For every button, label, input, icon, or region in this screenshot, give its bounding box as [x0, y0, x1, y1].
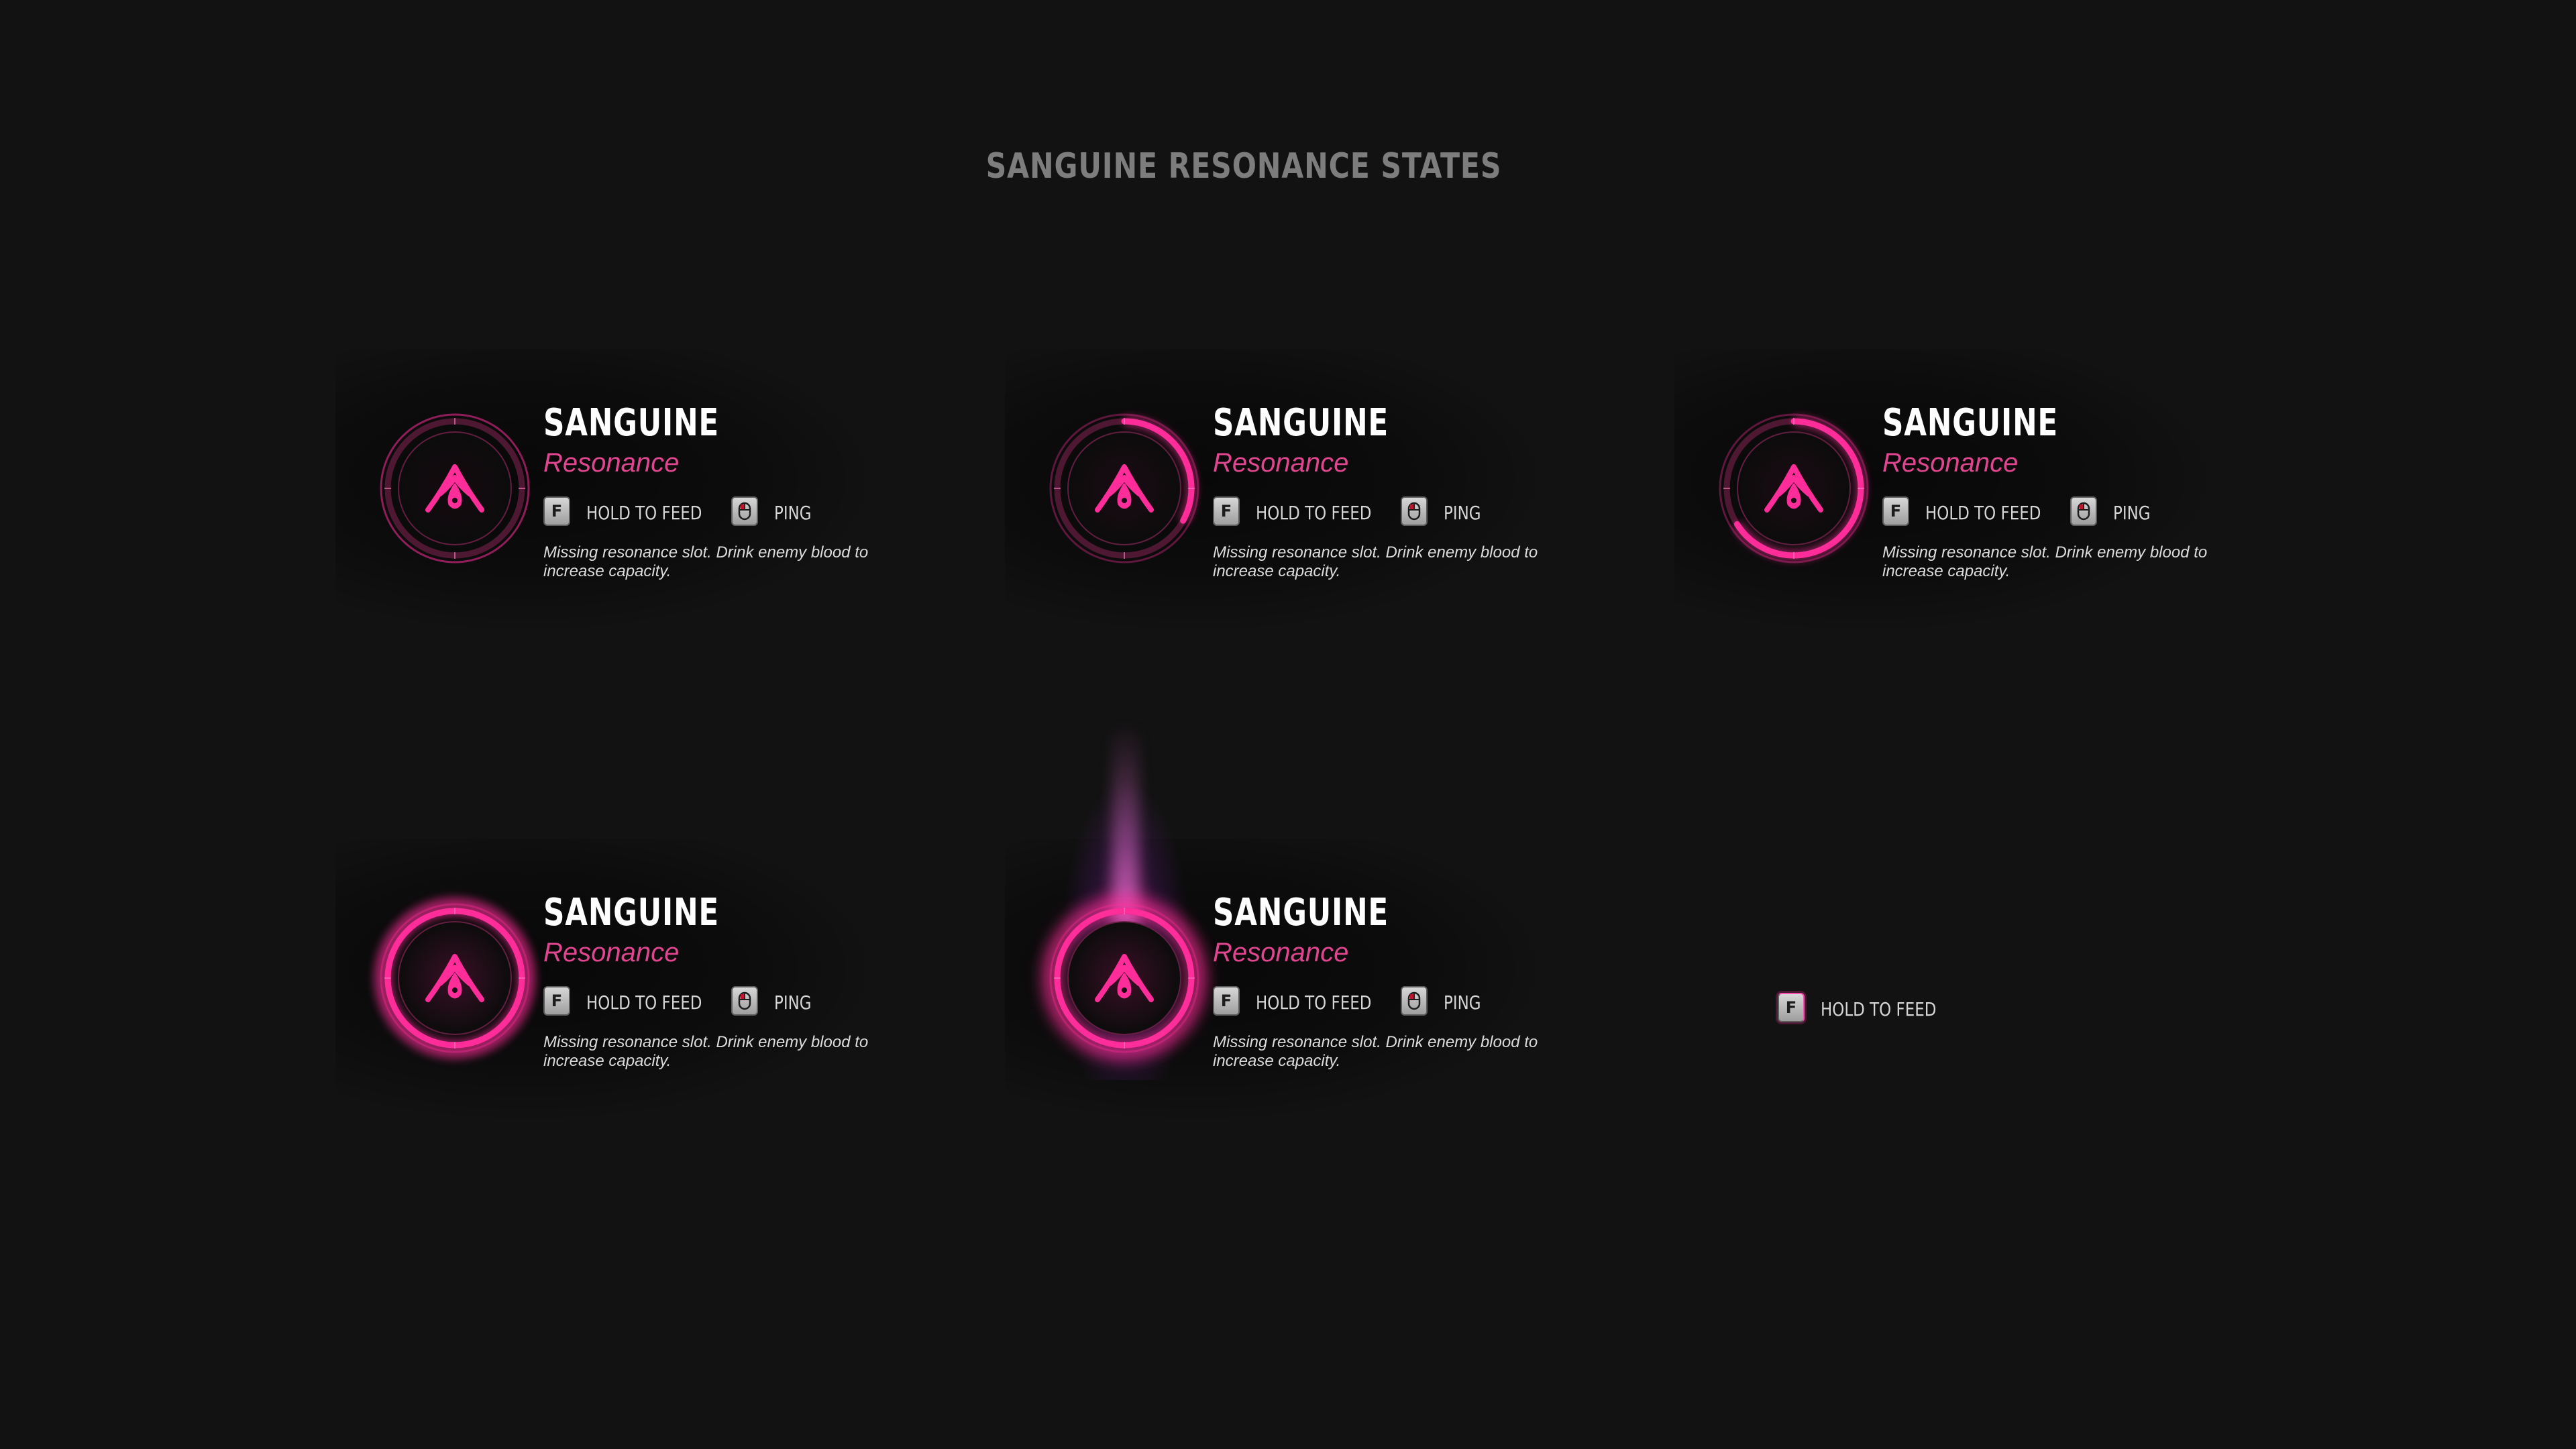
- action-prompts: F HOLD TO FEED PING: [1213, 496, 1615, 529]
- resonance-description: Missing resonance slot. Drink enemy bloo…: [1213, 1033, 1538, 1070]
- hold-to-feed-prompt[interactable]: F HOLD TO FEED: [543, 986, 704, 1018]
- resonance-emblem-icon: [1715, 409, 1873, 568]
- f-key-label: F: [1785, 998, 1797, 1017]
- resonance-title: SANGUINE: [1882, 401, 2059, 445]
- resonance-subtitle: Resonance: [543, 448, 680, 478]
- mouse-icon: [1401, 496, 1428, 526]
- ping-label: PING: [2113, 502, 2151, 524]
- hold-to-feed-label: HOLD TO FEED: [1256, 991, 1372, 1014]
- hold-to-feed-label: HOLD TO FEED: [1925, 502, 2041, 524]
- ping-label: PING: [1444, 991, 1481, 1014]
- f-key-icon: F: [543, 986, 570, 1016]
- action-prompts: F HOLD TO FEED PING: [543, 496, 946, 529]
- resonance-title: SANGUINE: [543, 891, 720, 934]
- standalone-feed-prompt[interactable]: F HOLD TO FEED: [1778, 993, 1979, 1025]
- mouse-icon: [2070, 496, 2097, 526]
- ping-label: PING: [774, 991, 812, 1014]
- resonance-subtitle: Resonance: [1213, 448, 1349, 478]
- resonance-title: SANGUINE: [1213, 891, 1389, 934]
- resonance-subtitle: Resonance: [1882, 448, 2019, 478]
- page-title: SANGUINE RESONANCE STATES: [985, 146, 1502, 186]
- ping-prompt[interactable]: PING: [731, 496, 839, 529]
- hold-to-feed-label: HOLD TO FEED: [1821, 998, 1937, 1020]
- hold-to-feed-prompt[interactable]: F HOLD TO FEED: [543, 496, 704, 529]
- resonance-card-activated: SANGUINE Resonance F HOLD TO FEED PING Missin…: [1005, 704, 1622, 1127]
- ping-prompt[interactable]: PING: [731, 986, 839, 1018]
- hold-to-feed-label: HOLD TO FEED: [586, 991, 702, 1014]
- action-prompts: F HOLD TO FEED PING: [543, 986, 946, 1018]
- f-key-label: F: [1220, 991, 1232, 1010]
- f-key-icon: F: [1882, 496, 1909, 526]
- resonance-description: Missing resonance slot. Drink enemy bloo…: [1882, 543, 2208, 580]
- f-key-icon: F: [1778, 993, 1805, 1022]
- hold-to-feed-label: HOLD TO FEED: [1256, 502, 1372, 524]
- resonance-description: Missing resonance slot. Drink enemy bloo…: [543, 1033, 869, 1070]
- resonance-card-filling-third: SANGUINE Resonance F HOLD TO FEED PING Missin…: [1005, 349, 1622, 637]
- mouse-icon: [1401, 986, 1428, 1016]
- ping-label: PING: [774, 502, 812, 524]
- resonance-title: SANGUINE: [543, 401, 720, 445]
- ping-prompt[interactable]: PING: [2070, 496, 2178, 529]
- ping-prompt[interactable]: PING: [1401, 496, 1508, 529]
- resonance-card-filling-two-thirds: SANGUINE Resonance F HOLD TO FEED PING Missin…: [1674, 349, 2292, 637]
- mouse-icon: [731, 986, 758, 1016]
- resonance-subtitle: Resonance: [543, 938, 680, 967]
- resonance-subtitle: Resonance: [1213, 938, 1349, 967]
- resonance-title: SANGUINE: [1213, 401, 1389, 445]
- mouse-icon: [731, 496, 758, 526]
- f-key-label: F: [1220, 502, 1232, 521]
- action-prompts: F HOLD TO FEED PING: [1882, 496, 2285, 529]
- resonance-description: Missing resonance slot. Drink enemy bloo…: [543, 543, 869, 580]
- f-key-icon: F: [1213, 986, 1240, 1016]
- hold-to-feed-label: HOLD TO FEED: [586, 502, 702, 524]
- hold-to-feed-prompt[interactable]: F HOLD TO FEED: [1882, 496, 2043, 529]
- ping-label: PING: [1444, 502, 1481, 524]
- resonance-card-full: SANGUINE Resonance F HOLD TO FEED PING Missin…: [335, 839, 953, 1127]
- hold-to-feed-prompt[interactable]: F HOLD TO FEED: [1213, 986, 1374, 1018]
- resonance-description: Missing resonance slot. Drink enemy bloo…: [1213, 543, 1538, 580]
- resonance-emblem-icon: [374, 897, 536, 1059]
- resonance-emblem-icon: [1045, 409, 1203, 568]
- f-key-label: F: [1890, 502, 1902, 521]
- resonance-emblem-icon: [376, 409, 534, 568]
- action-prompts: F HOLD TO FEED PING: [1213, 986, 1615, 1018]
- resonance-states-sheet: SANGUINE RESONANCE STATES SANGUINE Resona…: [0, 0, 2576, 1449]
- f-key-label: F: [551, 991, 563, 1010]
- resonance-emblem-icon: [1040, 894, 1208, 1062]
- f-key-label: F: [551, 502, 563, 521]
- hold-to-feed-prompt[interactable]: F HOLD TO FEED: [1213, 496, 1374, 529]
- f-key-icon: F: [543, 496, 570, 526]
- f-key-icon: F: [1213, 496, 1240, 526]
- resonance-card-empty: SANGUINE Resonance F HOLD TO FEED PING Missin…: [335, 349, 953, 637]
- ping-prompt[interactable]: PING: [1401, 986, 1508, 1018]
